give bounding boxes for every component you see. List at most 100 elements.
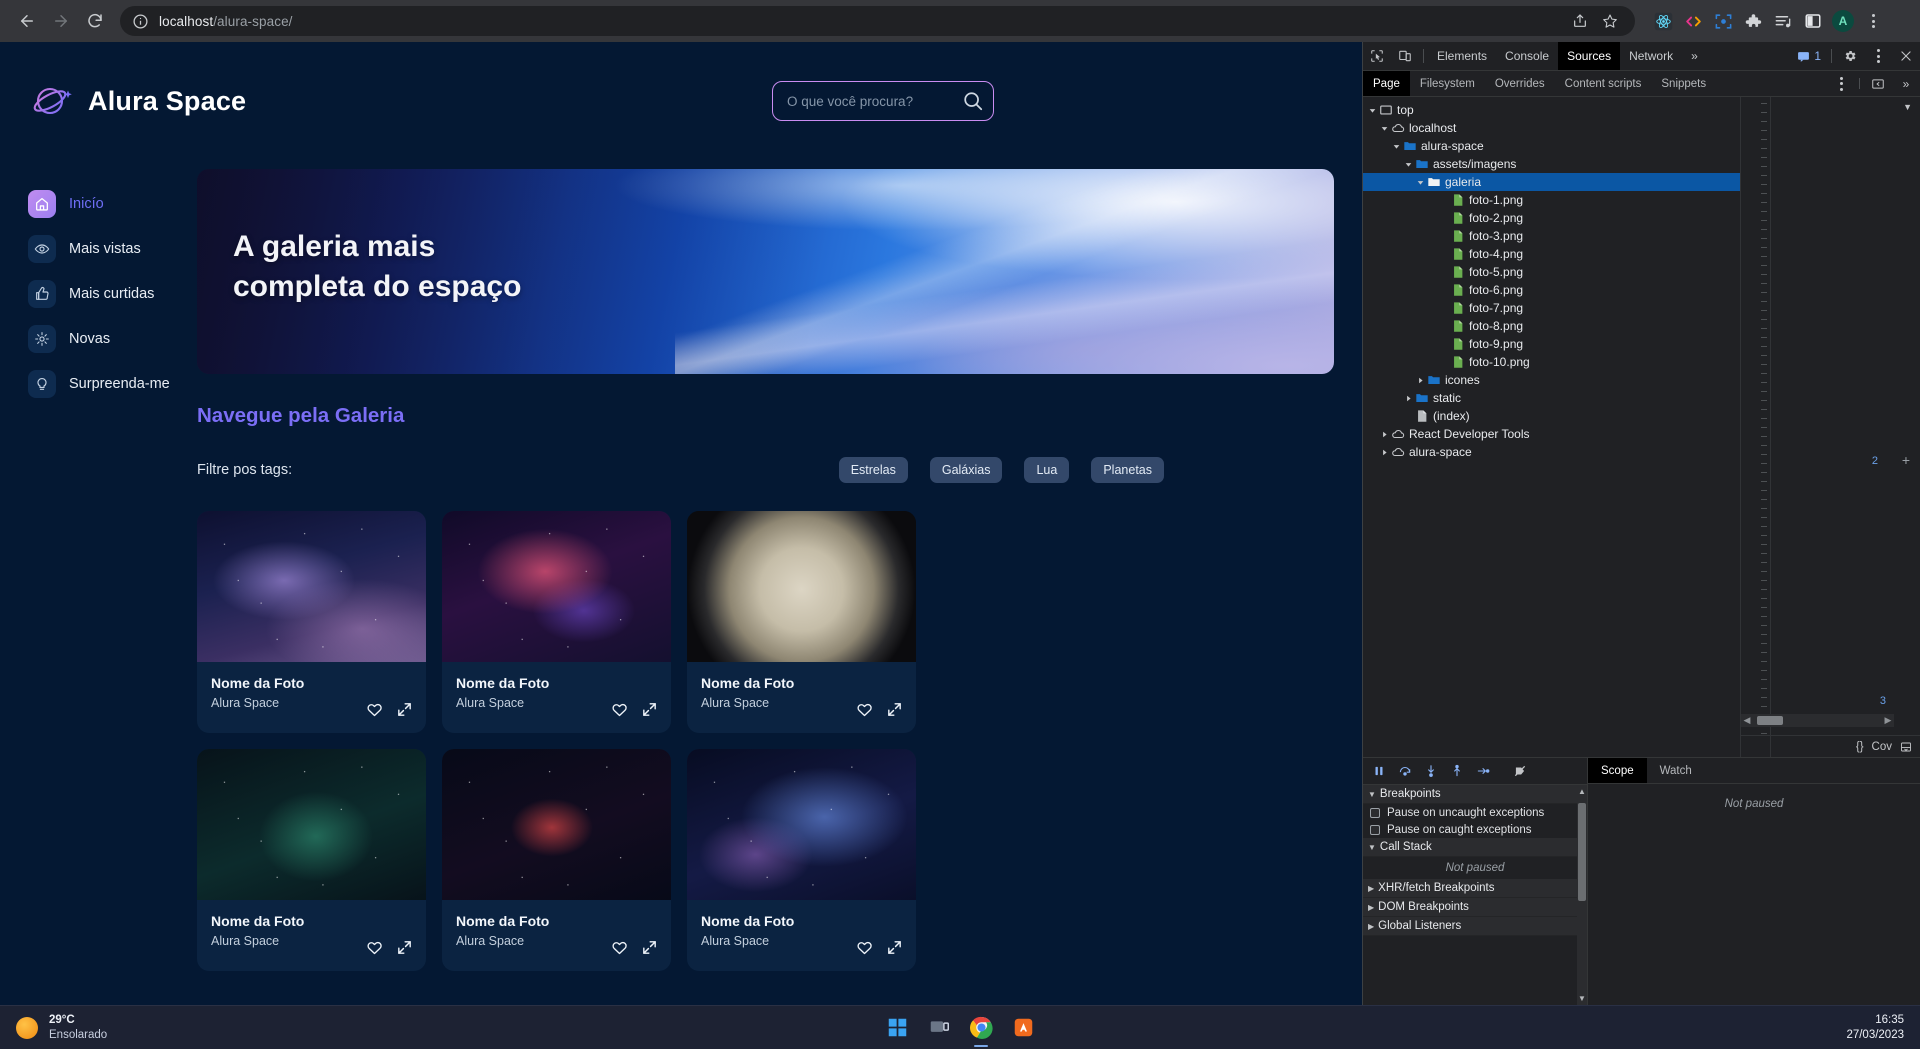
search-icon[interactable]	[962, 90, 984, 112]
tag-lua[interactable]: Lua	[1024, 457, 1070, 483]
chrome-icon[interactable]	[968, 1015, 994, 1047]
tree-node[interactable]: static	[1363, 389, 1740, 407]
section-call-stack[interactable]: ▼ Call Stack	[1363, 838, 1587, 857]
tag-estrelas[interactable]: Estrelas	[838, 457, 908, 483]
scrollbar-thumb[interactable]	[1578, 803, 1586, 901]
section-global-listeners[interactable]: ▶ Global Listeners	[1363, 917, 1587, 936]
editor-pane[interactable]: 2 + ◀ ▶ 3 ▼ {} Cov	[1740, 97, 1920, 757]
tree-node[interactable]: localhost	[1363, 119, 1740, 137]
tag-planetas[interactable]: Planetas	[1091, 457, 1164, 483]
tab-network[interactable]: Network	[1620, 42, 1682, 70]
heart-icon[interactable]	[856, 939, 873, 956]
caret-down-icon[interactable]	[1379, 123, 1389, 133]
caret-down-icon[interactable]	[1403, 159, 1413, 169]
tab-sources[interactable]: Sources	[1558, 42, 1621, 70]
photo-card[interactable]: Nome da Foto Alura Space	[197, 511, 426, 733]
back-button[interactable]	[10, 4, 44, 38]
scroll-up-arrow-icon[interactable]: ▲	[1578, 787, 1586, 796]
sidebar-item-mais-curtidas[interactable]: Mais curtidas	[28, 278, 196, 310]
subtab-page[interactable]: Page	[1363, 71, 1410, 96]
photo-thumbnail[interactable]	[442, 511, 671, 662]
heart-icon[interactable]	[611, 939, 628, 956]
device-toolbar-icon[interactable]	[1391, 42, 1419, 70]
editor-add-icon[interactable]: +	[1902, 452, 1910, 468]
inspect-element-icon[interactable]	[1363, 42, 1391, 70]
caret-right-icon[interactable]	[1403, 393, 1413, 403]
section-xhr-breakpoints[interactable]: ▶ XHR/fetch Breakpoints	[1363, 879, 1587, 898]
expand-icon[interactable]	[396, 939, 413, 956]
expand-icon[interactable]	[886, 701, 903, 718]
drawer-toggle-icon[interactable]	[1900, 741, 1912, 753]
sidebar-item-surpreenda-me[interactable]: Surpreenda-me	[28, 368, 196, 400]
deactivate-breakpoints-icon[interactable]	[1508, 760, 1532, 782]
reading-list-icon[interactable]	[1770, 8, 1796, 34]
format-code-icon[interactable]: {}	[1856, 741, 1864, 753]
tree-node[interactable]: foto-3.png	[1363, 227, 1740, 245]
tree-node[interactable]: alura-space	[1363, 137, 1740, 155]
coverage-label[interactable]: Cov	[1872, 741, 1892, 753]
subtab-snippets[interactable]: Snippets	[1651, 71, 1716, 96]
forward-button[interactable]	[44, 4, 78, 38]
tab-console[interactable]: Console	[1496, 42, 1558, 70]
search-input[interactable]	[772, 81, 994, 121]
tree-node[interactable]: foto-5.png	[1363, 263, 1740, 281]
heart-icon[interactable]	[366, 939, 383, 956]
bookmark-star-icon[interactable]	[1597, 8, 1623, 34]
tab-watch[interactable]: Watch	[1647, 758, 1705, 783]
subtab-overrides[interactable]: Overrides	[1485, 71, 1555, 96]
address-bar[interactable]: localhost/alura-space/	[120, 6, 1635, 36]
gear-icon[interactable]	[1836, 42, 1864, 70]
tree-node[interactable]: foto-6.png	[1363, 281, 1740, 299]
caret-down-icon[interactable]	[1391, 141, 1401, 151]
step-into-icon[interactable]	[1419, 760, 1443, 782]
expand-icon[interactable]	[886, 939, 903, 956]
section-breakpoints[interactable]: ▼ Breakpoints	[1363, 785, 1587, 804]
caret-down-icon[interactable]	[1367, 105, 1377, 115]
scroll-right-arrow-icon[interactable]: ▶	[1882, 715, 1894, 726]
photo-card[interactable]: Nome da Foto Alura Space	[687, 511, 916, 733]
tab-elements[interactable]: Elements	[1428, 42, 1496, 70]
tree-node[interactable]: foto-8.png	[1363, 317, 1740, 335]
tree-node[interactable]: foto-7.png	[1363, 299, 1740, 317]
checkbox[interactable]	[1370, 824, 1380, 835]
scroll-down-arrow-icon[interactable]: ▼	[1578, 994, 1586, 1003]
tree-node[interactable]: foto-4.png	[1363, 245, 1740, 263]
debugger-scrollbar[interactable]: ▲ ▼	[1577, 785, 1587, 1005]
sidebar-item-inicio[interactable]: Inicío	[28, 188, 196, 220]
profile-avatar[interactable]: A	[1830, 8, 1856, 34]
heart-icon[interactable]	[366, 701, 383, 718]
sidebar-item-novas[interactable]: Novas	[28, 323, 196, 355]
tree-node[interactable]: React Developer Tools	[1363, 425, 1740, 443]
photo-thumbnail[interactable]	[197, 511, 426, 662]
tabs-overflow-icon[interactable]: »	[1682, 42, 1707, 70]
section-dom-breakpoints[interactable]: ▶ DOM Breakpoints	[1363, 898, 1587, 917]
puzzle-extensions-icon[interactable]	[1740, 8, 1766, 34]
side-panel-icon[interactable]	[1800, 8, 1826, 34]
tree-node[interactable]: foto-1.png	[1363, 191, 1740, 209]
step-icon[interactable]	[1471, 760, 1495, 782]
expand-icon[interactable]	[641, 939, 658, 956]
sidebar-item-mais-vistas[interactable]: Mais vistas	[28, 233, 196, 265]
subtabs-more-icon[interactable]	[1827, 71, 1855, 96]
photo-card[interactable]: Nome da Foto Alura Space	[197, 749, 426, 971]
photo-thumbnail[interactable]	[197, 749, 426, 900]
code-extension-icon[interactable]	[1680, 8, 1706, 34]
expand-icon[interactable]	[641, 701, 658, 718]
share-icon[interactable]	[1567, 8, 1593, 34]
windows-start-icon[interactable]	[884, 1015, 910, 1041]
tree-node[interactable]: top	[1363, 101, 1740, 119]
photo-thumbnail[interactable]	[687, 511, 916, 662]
tag-galaxias[interactable]: Galáxias	[929, 457, 1003, 483]
close-icon[interactable]	[1892, 42, 1920, 70]
photo-card[interactable]: Nome da Foto Alura Space	[442, 749, 671, 971]
site-logo[interactable]: Alura Space	[28, 77, 246, 125]
photo-card[interactable]: Nome da Foto Alura Space	[687, 749, 916, 971]
scroll-left-arrow-icon[interactable]: ◀	[1741, 715, 1753, 726]
editor-horizontal-scrollbar[interactable]: ◀ ▶	[1741, 714, 1894, 727]
editor-scroll-down-icon[interactable]: ▼	[1903, 102, 1912, 112]
subtab-content-scripts[interactable]: Content scripts	[1555, 71, 1652, 96]
tree-node[interactable]: foto-9.png	[1363, 335, 1740, 353]
task-view-icon[interactable]	[926, 1015, 952, 1041]
pause-caught-row[interactable]: Pause on caught exceptions	[1363, 821, 1587, 838]
tree-node[interactable]: (index)	[1363, 407, 1740, 425]
